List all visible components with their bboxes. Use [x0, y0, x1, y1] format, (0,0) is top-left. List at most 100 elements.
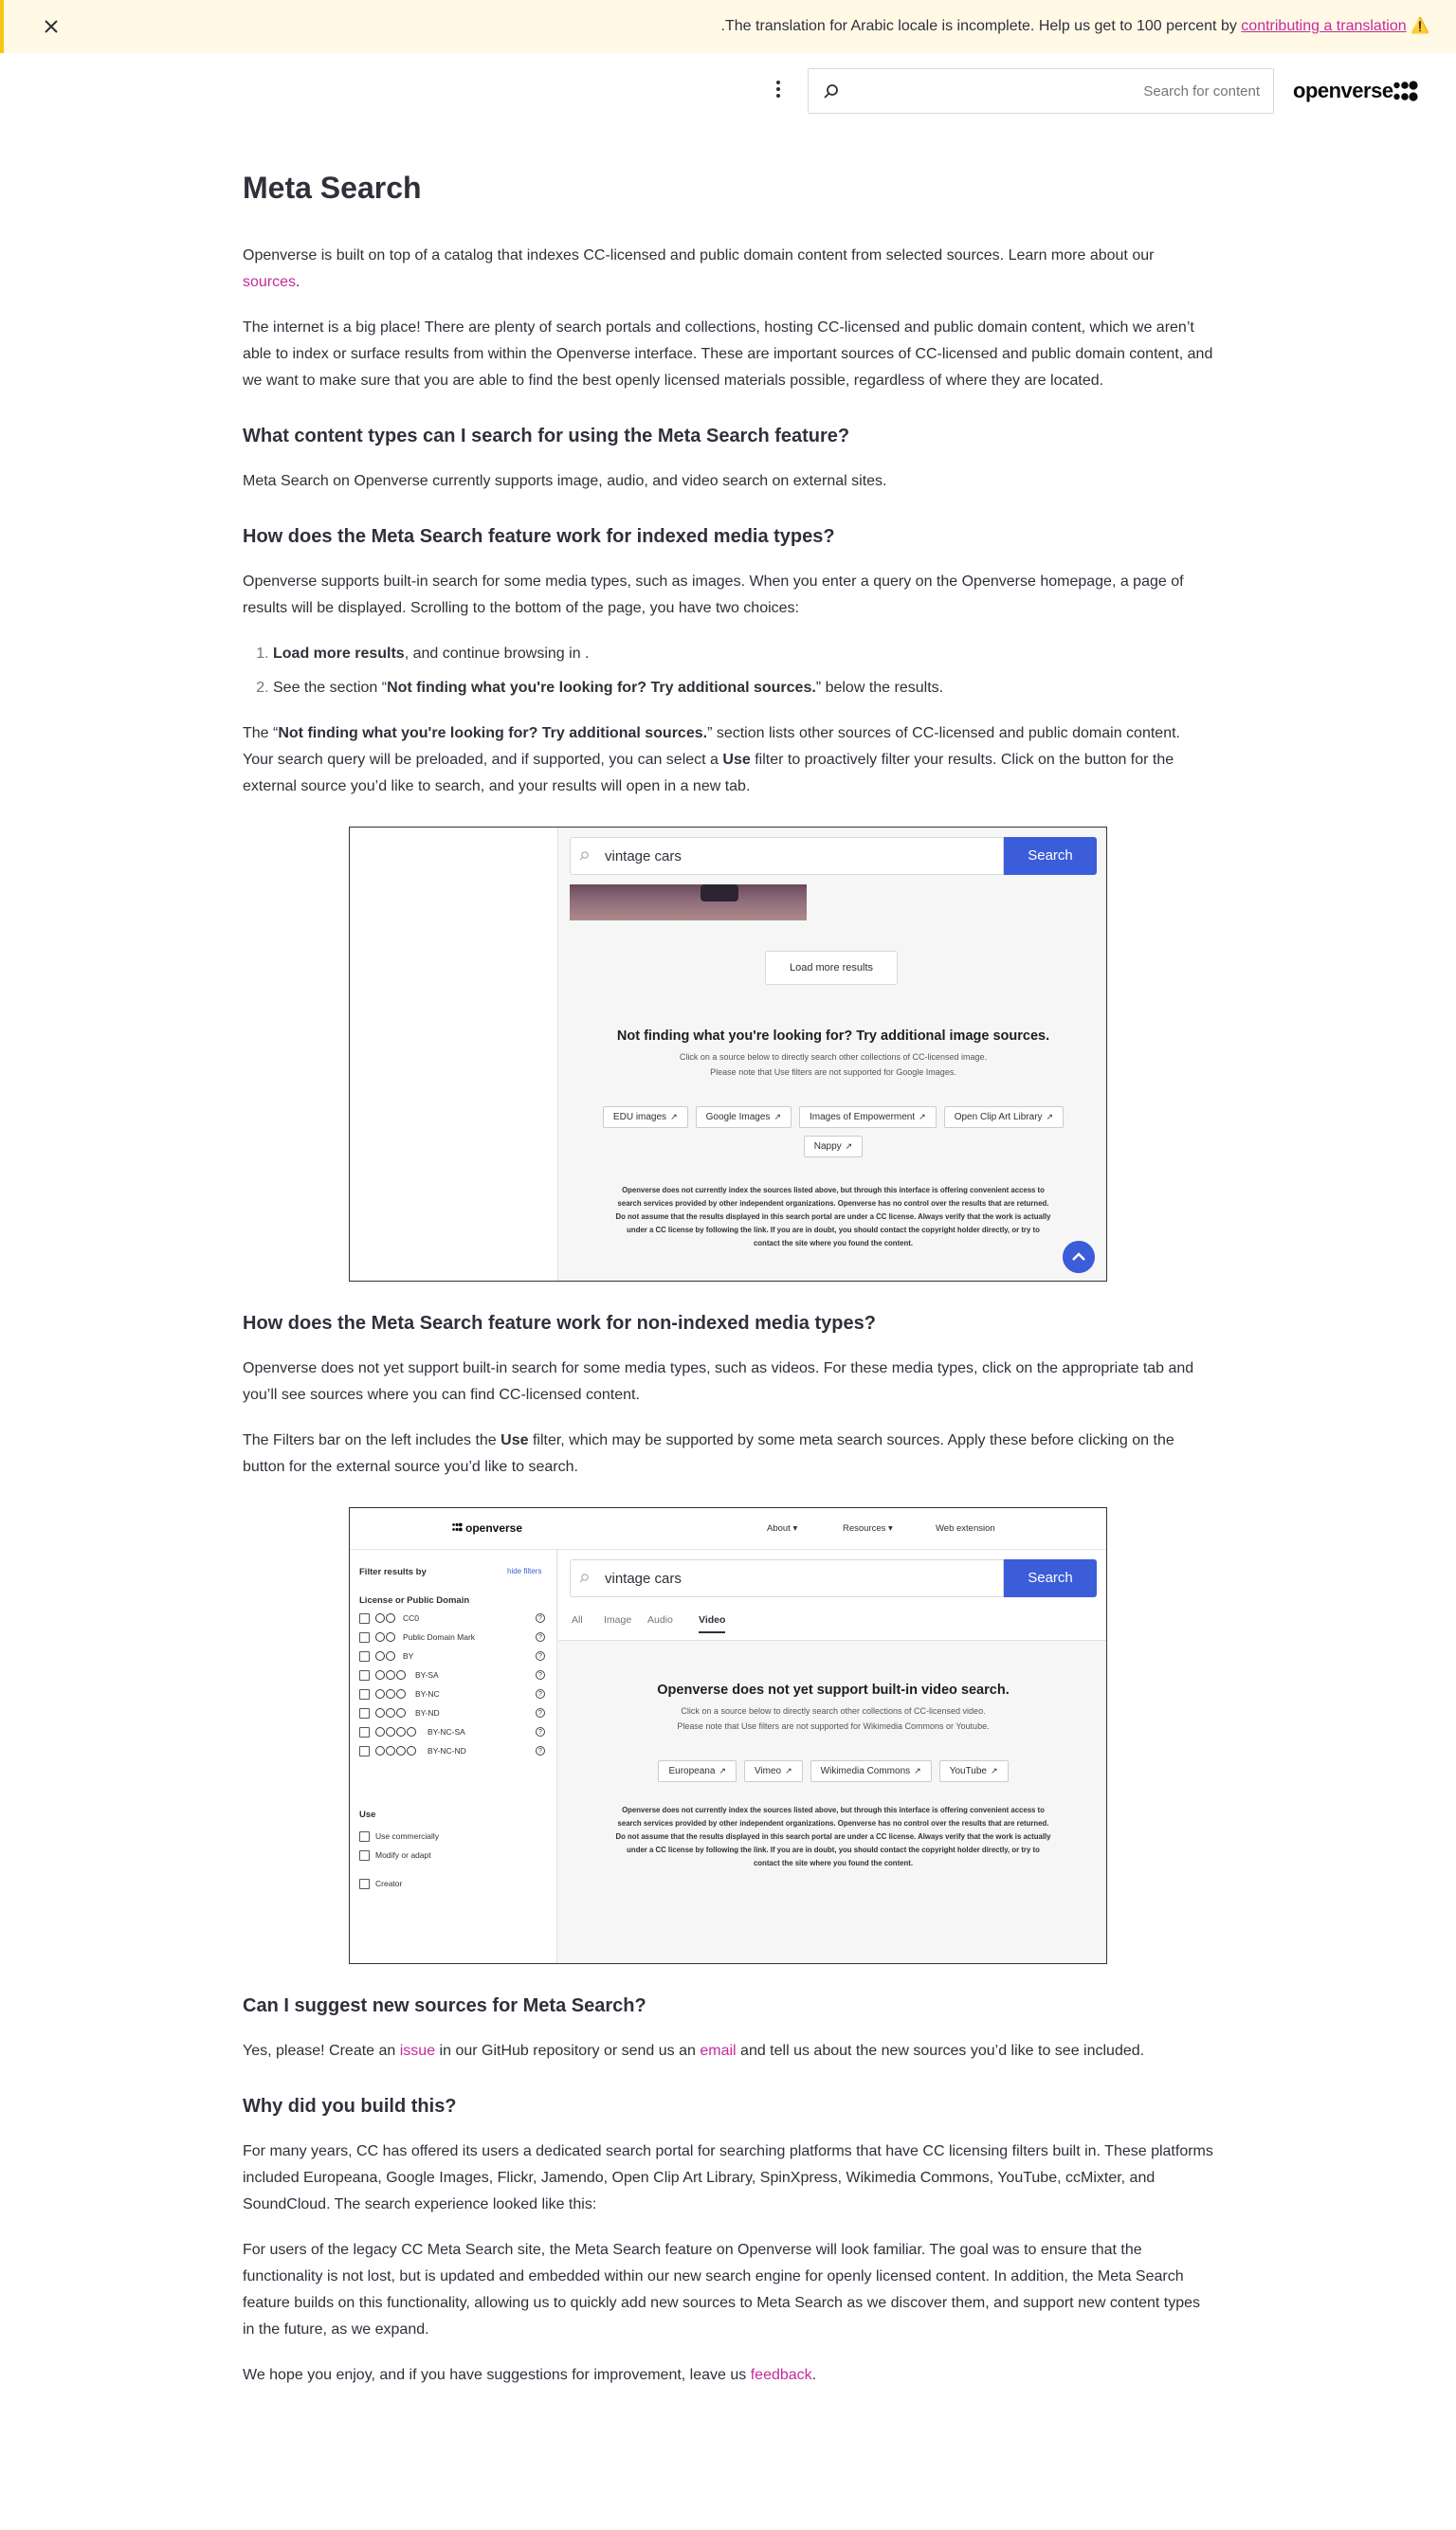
disclaimer-line: contact the site where you found the con… — [753, 1859, 914, 1867]
feedback-paragraph: We hope you enjoy, and if you have sugge… — [243, 2362, 1213, 2389]
cc-license-icon — [375, 1670, 407, 1681]
source-chip: Google Images ↗ — [695, 1106, 792, 1128]
screenshot-search-button: Search — [1004, 1559, 1097, 1597]
checkbox — [359, 1879, 370, 1889]
screenshot-search-button: Search — [1004, 837, 1097, 875]
checkbox — [359, 1689, 370, 1700]
license-option: BY-ND? — [359, 1707, 549, 1720]
creator-option: Creator — [359, 1878, 549, 1891]
cc-license-icon — [375, 1708, 407, 1719]
additional-sources-sub1: Click on a source below to directly sear… — [679, 1052, 988, 1062]
checkbox — [359, 1670, 370, 1681]
use-group-label: Use — [359, 1810, 376, 1820]
contribute-translation-link[interactable]: contributing a translation — [1241, 18, 1406, 34]
close-icon[interactable] — [40, 15, 63, 38]
help-icon: ? — [536, 1727, 545, 1737]
license-option: BY-NC-ND? — [359, 1745, 549, 1758]
cc-license-icon — [375, 1746, 417, 1756]
source-chip: Open Clip Art Library ↗ — [943, 1106, 1065, 1128]
external-link-icon: ↗ — [1046, 1112, 1054, 1121]
tab-all: All — [572, 1614, 583, 1626]
help-icon: ? — [536, 1670, 545, 1680]
kebab-menu-icon[interactable] — [768, 78, 789, 104]
search-form — [808, 68, 1274, 114]
intro-paragraph-1: Openverse is built on top of a catalog t… — [243, 243, 1213, 296]
translation-banner: .The translation for Arabic locale is in… — [0, 0, 1456, 53]
list-item-bold: Not finding what you're looking for? Try… — [387, 680, 816, 696]
list-item: See the section “Not finding what you're… — [273, 675, 1213, 701]
use-bold: Use — [722, 752, 751, 768]
feedback-period: . — [811, 2367, 817, 2383]
external-link-icon: ↗ — [845, 1141, 853, 1151]
license-label: CC0 — [403, 1613, 420, 1623]
intro-paragraph-2: The internet is a big place! There are p… — [243, 319, 1213, 389]
email-link[interactable]: email — [700, 2043, 736, 2059]
source-chip-label: Vimeo — [754, 1766, 782, 1776]
list-item-pre: See the section “ — [273, 680, 388, 696]
page-title: Meta Search — [243, 171, 422, 205]
license-option: BY-NC? — [359, 1688, 549, 1702]
warning-icon: ⚠️ — [1410, 18, 1429, 34]
help-icon: ? — [536, 1746, 545, 1756]
tab-audio: Audio — [647, 1614, 673, 1626]
no-video-support-title: Openverse does not yet support built-in … — [657, 1683, 1010, 1698]
source-chip-label: Images of Empowerment — [809, 1112, 916, 1122]
use-bold: Use — [500, 1432, 529, 1448]
screenshot-filter-sidebar: Filter results by hide filters License o… — [350, 1550, 557, 1963]
external-link-icon: ↗ — [719, 1766, 726, 1775]
license-option: Public Domain Mark? — [359, 1631, 549, 1645]
result-thumbnail — [570, 884, 807, 920]
why-paragraph-2: For users of the legacy CC Meta Search s… — [243, 2242, 1201, 2338]
checkbox — [359, 1746, 370, 1756]
heading-nonindexed: How does the Meta Search feature work fo… — [243, 1313, 876, 1334]
use-option: Modify or adapt — [359, 1849, 549, 1863]
screenshot-nav-about: About ▾ — [767, 1523, 798, 1534]
nonindexed-pre: The Filters bar on the left includes the — [243, 1432, 501, 1448]
disclaimer-line: Do not assume that the results displayed… — [615, 1832, 1051, 1841]
filter-header: Filter results by — [359, 1567, 427, 1577]
source-chip: EDU images ↗ — [602, 1106, 688, 1128]
license-label: BY-NC-SA — [428, 1727, 465, 1737]
heading-suggest: Can I suggest new sources for Meta Searc… — [243, 1995, 646, 2016]
source-chip: Europeana ↗ — [658, 1760, 737, 1782]
tab-video: Video — [699, 1614, 726, 1633]
external-link-icon: ↗ — [774, 1112, 781, 1121]
source-chip-label: Nappy — [813, 1141, 842, 1152]
license-label: BY-NC — [415, 1689, 440, 1699]
license-label: BY — [403, 1651, 414, 1661]
section-paragraph: The “Not finding what you're looking for… — [243, 720, 1213, 800]
main-content: Meta Search Openverse is built on top of… — [243, 152, 1213, 2408]
section-bold: Not finding what you're looking for? Try… — [278, 725, 708, 741]
help-icon: ? — [536, 1632, 545, 1642]
search-icon[interactable] — [822, 82, 841, 101]
source-chip-label: Wikimedia Commons — [820, 1766, 911, 1776]
source-chip-label: Google Images — [705, 1112, 771, 1122]
additional-sources-sub2: Please note that Use filters are not sup… — [710, 1067, 956, 1077]
license-option: CC0? — [359, 1612, 549, 1626]
banner-message: .The translation for Arabic locale is in… — [721, 16, 1429, 35]
feedback-link[interactable]: feedback — [751, 2367, 812, 2383]
heading-content-types: What content types can I search for usin… — [243, 426, 850, 446]
search-input[interactable] — [850, 69, 1264, 113]
video-search-screenshot: openverse About ▾ Resources ▾ Web extens… — [349, 1507, 1107, 1964]
sources-link[interactable]: sources — [243, 274, 296, 290]
help-icon: ? — [536, 1651, 545, 1661]
scroll-to-top-icon — [1063, 1241, 1095, 1273]
help-icon: ? — [536, 1689, 545, 1699]
image-search-screenshot: vintage cars Search Load more results No… — [349, 827, 1107, 1282]
brand-name[interactable]: openverse — [1293, 79, 1393, 103]
disclaimer-line: under a CC license by following the link… — [627, 1846, 1040, 1854]
issue-link[interactable]: issue — [400, 2043, 435, 2059]
license-label: Public Domain Mark — [403, 1632, 476, 1642]
openverse-logo-icon[interactable] — [1393, 80, 1418, 102]
creator-label: Creator — [375, 1879, 403, 1888]
external-link-icon: ↗ — [919, 1112, 926, 1121]
list-item-text: , and continue browsing in . — [404, 646, 590, 662]
indexed-paragraph: Openverse supports built-in search for s… — [243, 573, 1184, 616]
external-link-icon: ↗ — [990, 1766, 998, 1775]
load-more-button: Load more results — [765, 951, 898, 985]
checkbox — [359, 1831, 370, 1842]
license-option: BY-SA? — [359, 1669, 549, 1683]
disclaimer-line: contact the site where you found the con… — [753, 1239, 914, 1247]
external-link-icon: ↗ — [670, 1112, 678, 1121]
